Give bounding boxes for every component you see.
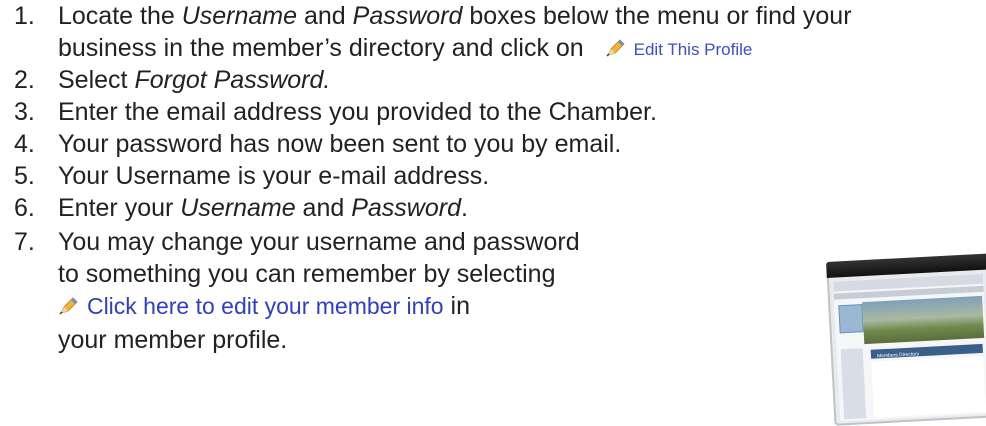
website-screen: Members Directory bbox=[833, 273, 986, 422]
directory-content bbox=[871, 355, 986, 418]
item-text: Your Username is your e-mail address. bbox=[58, 162, 490, 190]
site-banner-image bbox=[862, 295, 985, 345]
item-continuation: your member profile. bbox=[58, 326, 288, 354]
item-number: 2. bbox=[14, 66, 35, 94]
pencil-icon bbox=[606, 39, 625, 57]
item-number: 3. bbox=[14, 98, 35, 126]
item-text: You may change your username and passwor… bbox=[58, 228, 580, 256]
item-number: 6. bbox=[14, 194, 35, 222]
item-number: 7. bbox=[14, 228, 35, 256]
item-continuation: business in the member’s directory and c… bbox=[58, 34, 753, 62]
pencil-icon bbox=[59, 297, 78, 315]
site-logo bbox=[838, 304, 864, 334]
item-text: Enter your Username and Password. bbox=[58, 194, 468, 222]
item-text: Select Forgot Password. bbox=[58, 66, 331, 94]
item-continuation: to something you can remember by selecti… bbox=[58, 260, 556, 288]
item-number: 4. bbox=[14, 130, 35, 158]
directory-heading: Members Directory bbox=[876, 351, 920, 360]
item-number: 5. bbox=[14, 162, 35, 190]
item-continuation: Click here to edit your member info in bbox=[58, 290, 470, 322]
item-text: Locate the Username and Password boxes b… bbox=[58, 2, 852, 30]
edit-member-info-link[interactable]: Click here to edit your member info bbox=[87, 293, 444, 319]
item-number: 1. bbox=[14, 2, 35, 30]
edit-profile-link[interactable]: Edit This Profile bbox=[634, 40, 753, 59]
item-text: Your password has now been sent to you b… bbox=[58, 130, 622, 158]
item-text: Enter the email address you provided to … bbox=[58, 98, 657, 126]
website-screenshot: Members Directory bbox=[826, 253, 986, 426]
